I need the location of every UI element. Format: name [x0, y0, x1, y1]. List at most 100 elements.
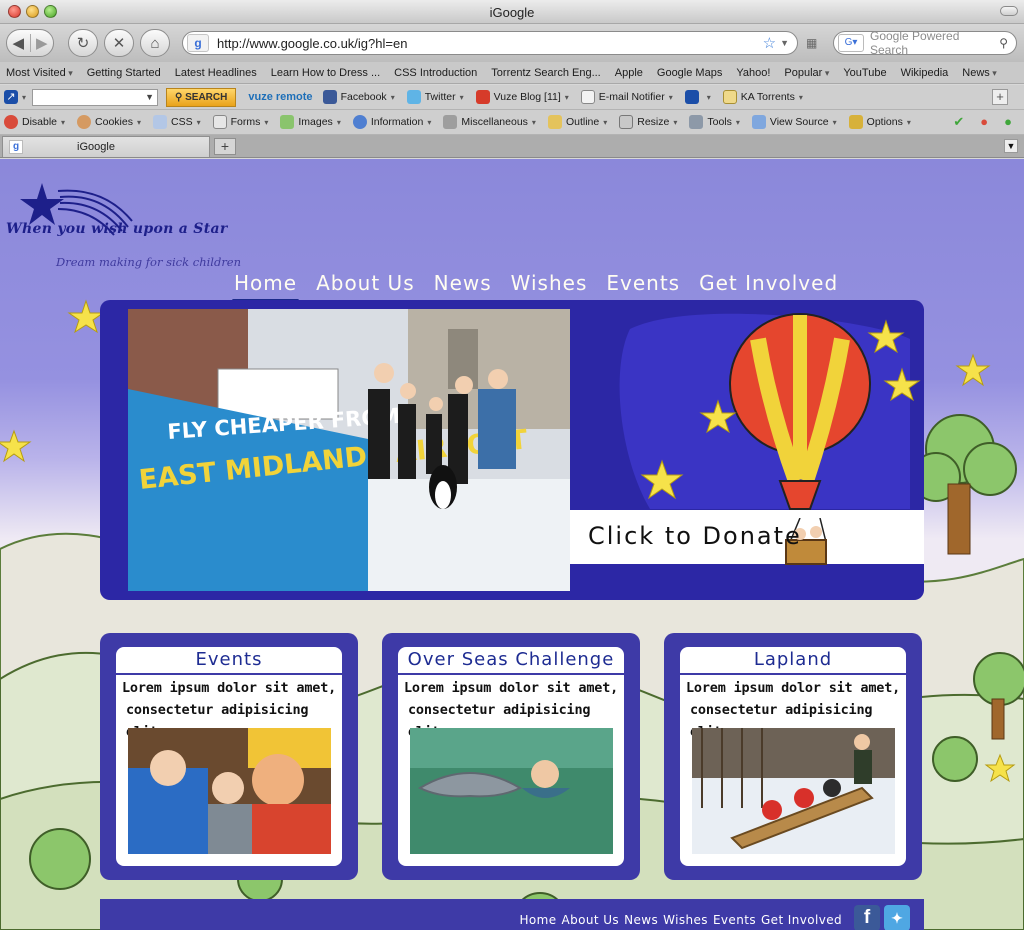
error-icon[interactable]: ●: [980, 114, 988, 130]
back-forward-group: ◀ ▶: [6, 29, 54, 57]
wd-disable[interactable]: Disable ▾: [4, 115, 65, 129]
footer-nav-get-involved[interactable]: Get Involved: [761, 913, 842, 927]
footer-nav-home[interactable]: Home: [520, 913, 557, 927]
wd-options[interactable]: Options ▾: [848, 115, 911, 129]
toolbar-facebook[interactable]: Facebook ▾: [322, 90, 395, 104]
back-icon[interactable]: ◀: [7, 34, 30, 52]
bookmark-getting-started[interactable]: Getting Started: [87, 67, 161, 79]
vuze-remote-button[interactable]: vuze remote: [248, 91, 312, 103]
over-seas-card-title[interactable]: Over Seas Challenge: [398, 649, 624, 670]
new-tab-button[interactable]: +: [214, 138, 236, 155]
url-text[interactable]: http://www.google.co.uk/ig?hl=en: [217, 36, 763, 51]
addon-toolbar: ↗ ▾ ▼ ⚲ SEARCH vuze remote Facebook ▾ Twi…: [0, 85, 1024, 110]
wd-view-source[interactable]: View Source ▾: [751, 115, 837, 129]
stop-button[interactable]: ✕: [104, 29, 134, 57]
wd-resize[interactable]: Resize ▾: [619, 115, 677, 129]
footer-nav-news[interactable]: News: [624, 913, 658, 927]
footer-nav-events[interactable]: Events: [713, 913, 756, 927]
bookmark-most-visited[interactable]: Most Visited: [6, 67, 73, 79]
google-search-icon[interactable]: G▾: [838, 34, 864, 52]
disable-icon: [4, 115, 18, 129]
tab-list-button[interactable]: ▼: [1004, 139, 1018, 153]
toolbar-search-button[interactable]: ⚲ SEARCH: [166, 87, 237, 107]
bookmark-google-maps[interactable]: Google Maps: [657, 67, 722, 79]
wd-outline[interactable]: Outline ▾: [547, 115, 607, 129]
addon-menu-caret-icon[interactable]: ▾: [22, 93, 26, 102]
wd-images[interactable]: Images ▾: [280, 115, 341, 129]
wd-information[interactable]: Information ▾: [352, 115, 431, 129]
toolbar-twitter[interactable]: Twitter ▾: [406, 90, 464, 104]
dolphin-image: [410, 728, 613, 854]
nav-events[interactable]: Events: [606, 271, 680, 295]
search-input[interactable]: Google Powered Search: [870, 29, 999, 57]
facebook-icon[interactable]: f: [854, 905, 880, 930]
bookmark-news[interactable]: News: [962, 67, 997, 79]
toolbar-arrow-button[interactable]: ▾: [684, 90, 711, 104]
wd-forms[interactable]: Forms ▾: [212, 115, 268, 129]
hero-photo: FLY CHEAPER FROM EAST MIDLANDS AIRPORT: [128, 309, 570, 591]
events-photo[interactable]: [128, 728, 331, 854]
lapland-photo[interactable]: [692, 728, 895, 854]
twitter-icon[interactable]: ✦: [884, 905, 910, 930]
addon-logo-icon[interactable]: ↗: [4, 90, 18, 104]
search-bar[interactable]: G▾ Google Powered Search ⚲: [833, 29, 1017, 57]
bookmark-learn-how-to-dress[interactable]: Learn How to Dress ...: [271, 67, 380, 79]
web-developer-toolbar: Disable ▾ Cookies ▾ CSS ▾ Forms ▾ Images ▾ In…: [0, 110, 1024, 135]
tab-igoogle[interactable]: g iGoogle: [2, 136, 210, 157]
bookmark-star-icon[interactable]: ☆: [763, 34, 776, 52]
toolbar-search-combo[interactable]: ▼: [32, 88, 159, 106]
pencil-icon: [547, 115, 562, 129]
bookmark-popular[interactable]: Popular: [784, 67, 829, 79]
toolbar-email-notifier[interactable]: E-mail Notifier ▾: [580, 90, 673, 104]
toolbar-ka-torrents[interactable]: KA Torrents ▾: [722, 90, 803, 104]
toolbar-vuze-blog[interactable]: Vuze Blog [11] ▾: [475, 90, 569, 104]
dolphin-photo[interactable]: [410, 728, 613, 854]
bookmark-torrentz[interactable]: Torrentz Search Eng...: [491, 67, 600, 79]
nav-home[interactable]: Home: [231, 271, 300, 302]
bookmark-apple[interactable]: Apple: [615, 67, 643, 79]
form-icon: [212, 115, 227, 129]
success-icon[interactable]: ●: [1004, 114, 1012, 130]
search-icon[interactable]: ⚲: [999, 36, 1008, 50]
bookmark-css-introduction[interactable]: CSS Introduction: [394, 67, 477, 79]
facebook-icon: [322, 90, 337, 104]
footer-nav-wishes[interactable]: Wishes: [663, 913, 708, 927]
wd-tools[interactable]: Tools ▾: [689, 115, 740, 129]
add-toolbar-icon[interactable]: +: [992, 89, 1008, 105]
lapland-card: Lapland Lorem ipsum dolor sit amet, cons…: [664, 633, 922, 880]
google-favicon-icon: g: [187, 34, 209, 52]
google-favicon-icon: g: [9, 140, 23, 154]
url-bar[interactable]: g http://www.google.co.uk/ig?hl=en ☆ ▼: [182, 31, 798, 55]
card-panel: Lapland Lorem ipsum dolor sit amet, cons…: [680, 647, 906, 866]
home-button[interactable]: ⌂: [140, 29, 170, 57]
lapland-card-title[interactable]: Lapland: [680, 649, 906, 670]
bookmark-latest-headlines[interactable]: Latest Headlines: [175, 67, 257, 79]
nav-get-involved[interactable]: Get Involved: [699, 271, 838, 295]
wd-cookies[interactable]: Cookies ▾: [77, 115, 141, 129]
check-icon[interactable]: ✔: [953, 114, 964, 130]
footer-nav-about-us[interactable]: About Us: [562, 913, 620, 927]
donate-button[interactable]: Click to Donate: [588, 522, 802, 550]
search-icon: ⚲: [175, 91, 186, 103]
url-history-dropdown-icon[interactable]: ▼: [780, 38, 789, 48]
bookmark-yahoo[interactable]: Yahoo!: [736, 67, 770, 79]
events-card-title[interactable]: Events: [116, 649, 342, 670]
nav-wishes[interactable]: Wishes: [511, 271, 588, 295]
reload-button[interactable]: ↻: [68, 29, 98, 57]
options-icon: [848, 115, 863, 129]
wd-resize-label: Resize: [637, 116, 670, 128]
toolbar-toggle-button[interactable]: [1000, 6, 1018, 16]
bookmark-youtube[interactable]: YouTube: [843, 67, 886, 79]
bookmark-wikipedia[interactable]: Wikipedia: [901, 67, 949, 79]
nav-news[interactable]: News: [434, 271, 492, 295]
tab-bar: g iGoogle + ▼: [0, 135, 1024, 158]
page-action-icon[interactable]: ▦: [806, 36, 822, 50]
events-card: Events Lorem ipsum dolor sit amet, conse…: [100, 633, 358, 880]
cookie-icon: [77, 115, 92, 129]
window-titlebar: iGoogle: [0, 0, 1024, 24]
wd-miscellaneous[interactable]: Miscellaneous ▾: [443, 115, 536, 129]
email-icon: [580, 90, 595, 104]
nav-about-us[interactable]: About Us: [316, 271, 415, 295]
wd-css[interactable]: CSS ▾: [153, 115, 201, 129]
forward-icon[interactable]: ▶: [29, 34, 54, 52]
